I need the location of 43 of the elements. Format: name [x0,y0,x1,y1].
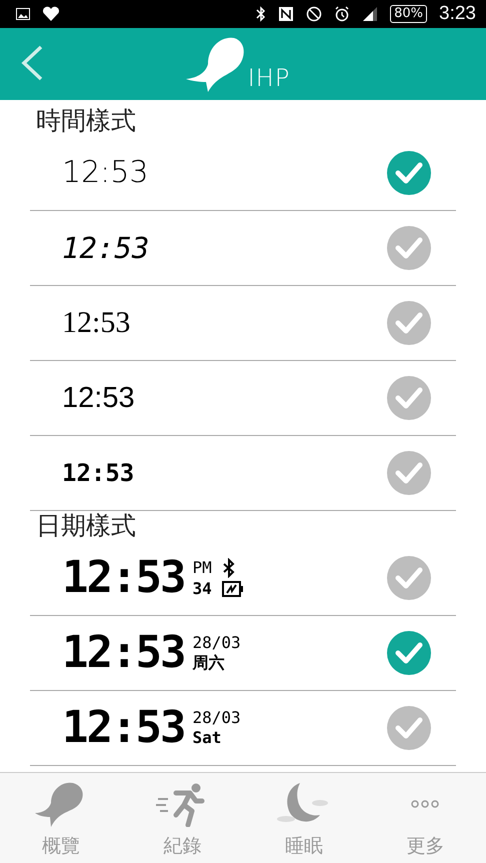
check-icon[interactable] [386,705,432,751]
clock-preview: 12:53 [62,158,148,188]
style-option[interactable]: 12:53 [30,361,456,436]
clock-preview: 12:53 [62,461,134,485]
section-title: 日期樣式 [35,511,137,541]
bluetooth-icon [256,6,266,22]
style-option[interactable]: 12:53 [30,136,456,211]
do-not-disturb-icon [306,6,322,22]
preview-label: 28/03 [192,709,241,727]
style-option[interactable]: 12:53 [30,436,456,511]
nfc-icon [278,6,294,22]
back-icon[interactable] [20,44,44,82]
preview-label: 周六 [192,654,224,672]
clock-preview: 12:53 [62,308,130,338]
heart-icon [42,6,60,22]
image-icon [16,8,30,20]
check-icon[interactable] [386,300,432,346]
check-icon[interactable] [386,555,432,601]
signal-icon [362,7,378,21]
clock-preview: 12:53 [62,706,184,750]
check-icon[interactable] [386,630,432,676]
preview-label: Sat [192,729,222,747]
preview-label: 34 [192,580,212,598]
battery-icon: 80% [390,5,428,23]
bluetooth-icon [222,558,236,578]
logo-text: IHP [248,66,290,90]
style-option[interactable]: 12:53 [30,211,456,286]
preview-label: 28/03 [192,634,241,652]
section-title: 時間樣式 [35,106,137,136]
clock-preview: 12:53 [62,556,184,600]
style-option[interactable]: 12:53 [30,286,456,361]
alarm-icon [334,6,350,22]
more-icon [410,800,440,808]
preview-label: PM [192,559,212,577]
battery-icon [222,581,244,597]
check-icon[interactable] [386,450,432,496]
check-icon[interactable] [386,225,432,271]
clock-time: 3:23 [439,3,476,25]
clock-preview: 12:53 [62,631,184,675]
check-icon[interactable] [386,375,432,421]
check-icon[interactable] [386,150,432,196]
clock-preview: 12:53 [62,384,135,412]
clock-preview: 12:53 [62,234,150,262]
